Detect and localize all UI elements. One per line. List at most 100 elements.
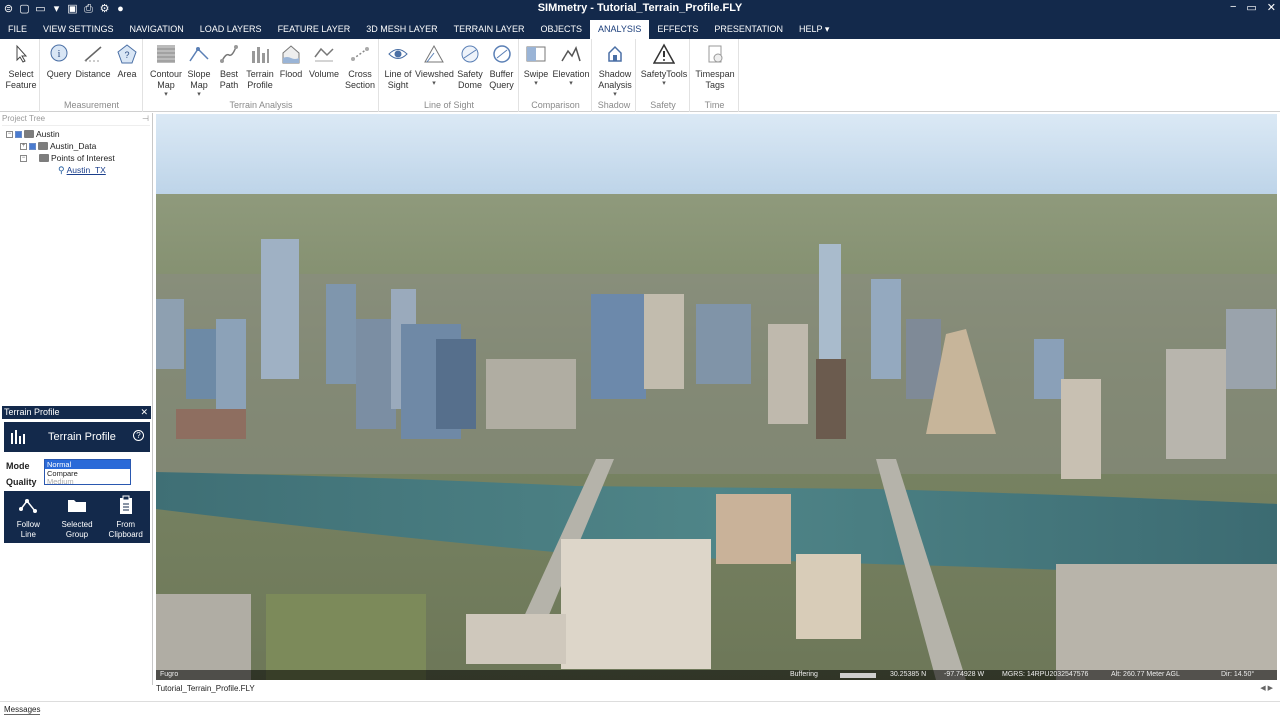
expand-icon[interactable]: +: [20, 142, 27, 150]
follow-line-button[interactable]: Follow Line: [4, 491, 53, 543]
longitude-readout: -97.74928 W: [944, 671, 985, 678]
bottom-bar: Messages: [0, 701, 1280, 720]
area-icon: ?: [117, 44, 137, 64]
chevron-down-icon: ▾: [197, 91, 201, 98]
swipe-icon: [526, 46, 546, 62]
from-clipboard-button[interactable]: From Clipboard: [101, 491, 150, 543]
menu-objects[interactable]: OBJECTS: [532, 20, 590, 39]
location-pin-icon: ⚲: [58, 164, 65, 175]
project-tree-header: Project Tree ⊣: [2, 114, 150, 126]
elevation-button[interactable]: Elevation ▾: [552, 43, 590, 88]
contour-map-button[interactable]: Contour Map ▾: [148, 43, 184, 99]
folder-icon: [39, 154, 49, 162]
best-path-icon: [220, 45, 238, 63]
folder-icon: [38, 142, 48, 150]
menu-help[interactable]: HELP ▾: [791, 20, 837, 39]
terrain-profile-panel-header: Terrain Profile ✕: [2, 406, 151, 419]
swipe-button[interactable]: Swipe ▾: [522, 43, 550, 88]
menu-navigation[interactable]: NAVIGATION: [122, 20, 192, 39]
quality-value[interactable]: Medium: [45, 478, 130, 486]
line-of-sight-button[interactable]: Line of Sight: [382, 43, 414, 91]
svg-text:?: ?: [124, 50, 129, 60]
clipboard-icon: [119, 495, 132, 514]
ribbon-group-comparison: Swipe ▾ Elevation ▾ Comparison: [520, 39, 592, 112]
foreground-building: [561, 539, 711, 669]
volume-button[interactable]: Volume: [307, 43, 341, 80]
command-line[interactable]: Tutorial_Terrain_Profile.FLY ◀ ▶: [156, 684, 1277, 696]
window-title: SIMmetry - Tutorial_Terrain_Profile.FLY: [537, 2, 743, 14]
checkbox-icon[interactable]: [15, 130, 22, 138]
shadow-analysis-button[interactable]: Shadow Analysis ▾: [595, 43, 635, 99]
cursor-icon: [16, 44, 28, 63]
distance-icon: [84, 46, 102, 62]
safety-tools-button[interactable]: SafetyTools ▾: [639, 43, 689, 88]
slope-map-button[interactable]: Slope Map ▾: [185, 43, 213, 99]
help-icon[interactable]: ?: [133, 430, 144, 441]
restore-icon[interactable]: ▭: [1246, 1, 1256, 14]
direction-readout: Dir: 14.50°: [1221, 671, 1255, 678]
terrain-profile-button[interactable]: Terrain Profile: [244, 43, 276, 91]
pin-icon[interactable]: ⊣: [142, 114, 149, 123]
tree-node-austin[interactable]: − Austin: [6, 128, 60, 140]
chevron-down-icon: ▾: [432, 80, 436, 87]
ribbon-group-time: Timespan Tags Time: [691, 39, 739, 112]
tree-node-points-of-interest[interactable]: − Points of Interest: [20, 152, 115, 164]
terrain-profile-icon: [11, 430, 25, 444]
close-icon[interactable]: ✕: [140, 406, 148, 419]
mgrs-readout: MGRS: 14RPU2032547576: [1002, 671, 1089, 678]
query-button[interactable]: i Query: [44, 43, 74, 80]
slope-map-icon: [189, 47, 209, 62]
buffer-query-button[interactable]: Buffer Query: [486, 43, 517, 91]
close-icon[interactable]: ✕: [1267, 1, 1276, 14]
shadow-icon: [608, 45, 622, 62]
menu-3d-mesh-layer[interactable]: 3D MESH LAYER: [358, 20, 445, 39]
mode-label: Mode: [6, 461, 30, 471]
attribution-label: Fugro: [160, 671, 179, 678]
terrain-profile-heading: Terrain Profile ?: [4, 422, 150, 452]
cross-section-button[interactable]: Cross Section: [343, 43, 377, 91]
distance-button[interactable]: Distance: [75, 43, 111, 80]
menu-feature-layer[interactable]: FEATURE LAYER: [270, 20, 359, 39]
checkbox-icon[interactable]: [29, 142, 36, 150]
mode-dropdown[interactable]: Normal Compare Medium: [44, 459, 131, 485]
mode-option-normal[interactable]: Normal: [45, 460, 130, 469]
menu-presentation[interactable]: PRESENTATION: [706, 20, 791, 39]
select-feature-button[interactable]: Select Feature: [4, 43, 38, 91]
minimize-icon[interactable]: −: [1230, 1, 1236, 14]
menu-view-settings[interactable]: VIEW SETTINGS: [35, 20, 122, 39]
tree-node-austin-tx[interactable]: ⚲ Austin_TX: [58, 164, 106, 176]
warning-icon: [653, 43, 675, 64]
3d-viewport[interactable]: [156, 114, 1277, 680]
menu-terrain-layer[interactable]: TERRAIN LAYER: [446, 20, 533, 39]
tree-node-austin-data[interactable]: + Austin_Data: [20, 140, 96, 152]
contour-map-icon: [157, 45, 175, 63]
flood-button[interactable]: Flood: [277, 43, 305, 80]
svg-text:i: i: [58, 49, 61, 60]
command-line-text: Tutorial_Terrain_Profile.FLY: [156, 684, 255, 693]
altitude-readout: Alt: 260.77 Meter AGL: [1111, 671, 1180, 678]
best-path-button[interactable]: Best Path: [215, 43, 243, 91]
title-bar: ⊜ ▢ ▭ ▾ ▣ ⎙ ⚙ ● SIMmetry - Tutorial_Terr…: [0, 0, 1280, 20]
collapse-icon[interactable]: −: [6, 130, 13, 138]
chevron-down-icon: ▾: [569, 80, 573, 87]
folder-icon: [24, 130, 34, 138]
ribbon-group-safety: SafetyTools ▾ Safety: [637, 39, 690, 112]
menu-analysis[interactable]: ANALYSIS: [589, 20, 650, 39]
menu-load-layers[interactable]: LOAD LAYERS: [192, 20, 270, 39]
menu-bar: FILE VIEW SETTINGS NAVIGATION LOAD LAYER…: [0, 20, 1280, 39]
area-button[interactable]: ? Area: [113, 43, 141, 80]
messages-tab[interactable]: Messages: [4, 705, 41, 715]
chevron-down-icon: ▾: [662, 80, 666, 87]
city-3d-scene: [156, 114, 1277, 680]
viewshed-button[interactable]: Viewshed ▾: [415, 43, 454, 88]
menu-file[interactable]: FILE: [0, 20, 35, 39]
scroll-arrows-icon[interactable]: ◀ ▶: [1260, 684, 1273, 692]
collapse-icon[interactable]: −: [20, 154, 27, 162]
timespan-tags-button[interactable]: Timespan Tags: [693, 43, 737, 91]
volume-icon: [314, 47, 334, 62]
chevron-down-icon: ▾: [534, 80, 538, 87]
quality-label: Quality: [6, 477, 37, 487]
selected-group-button[interactable]: Selected Group: [53, 491, 102, 543]
menu-effects[interactable]: EFFECTS: [649, 20, 706, 39]
safety-dome-button[interactable]: Safety Dome: [455, 43, 485, 91]
